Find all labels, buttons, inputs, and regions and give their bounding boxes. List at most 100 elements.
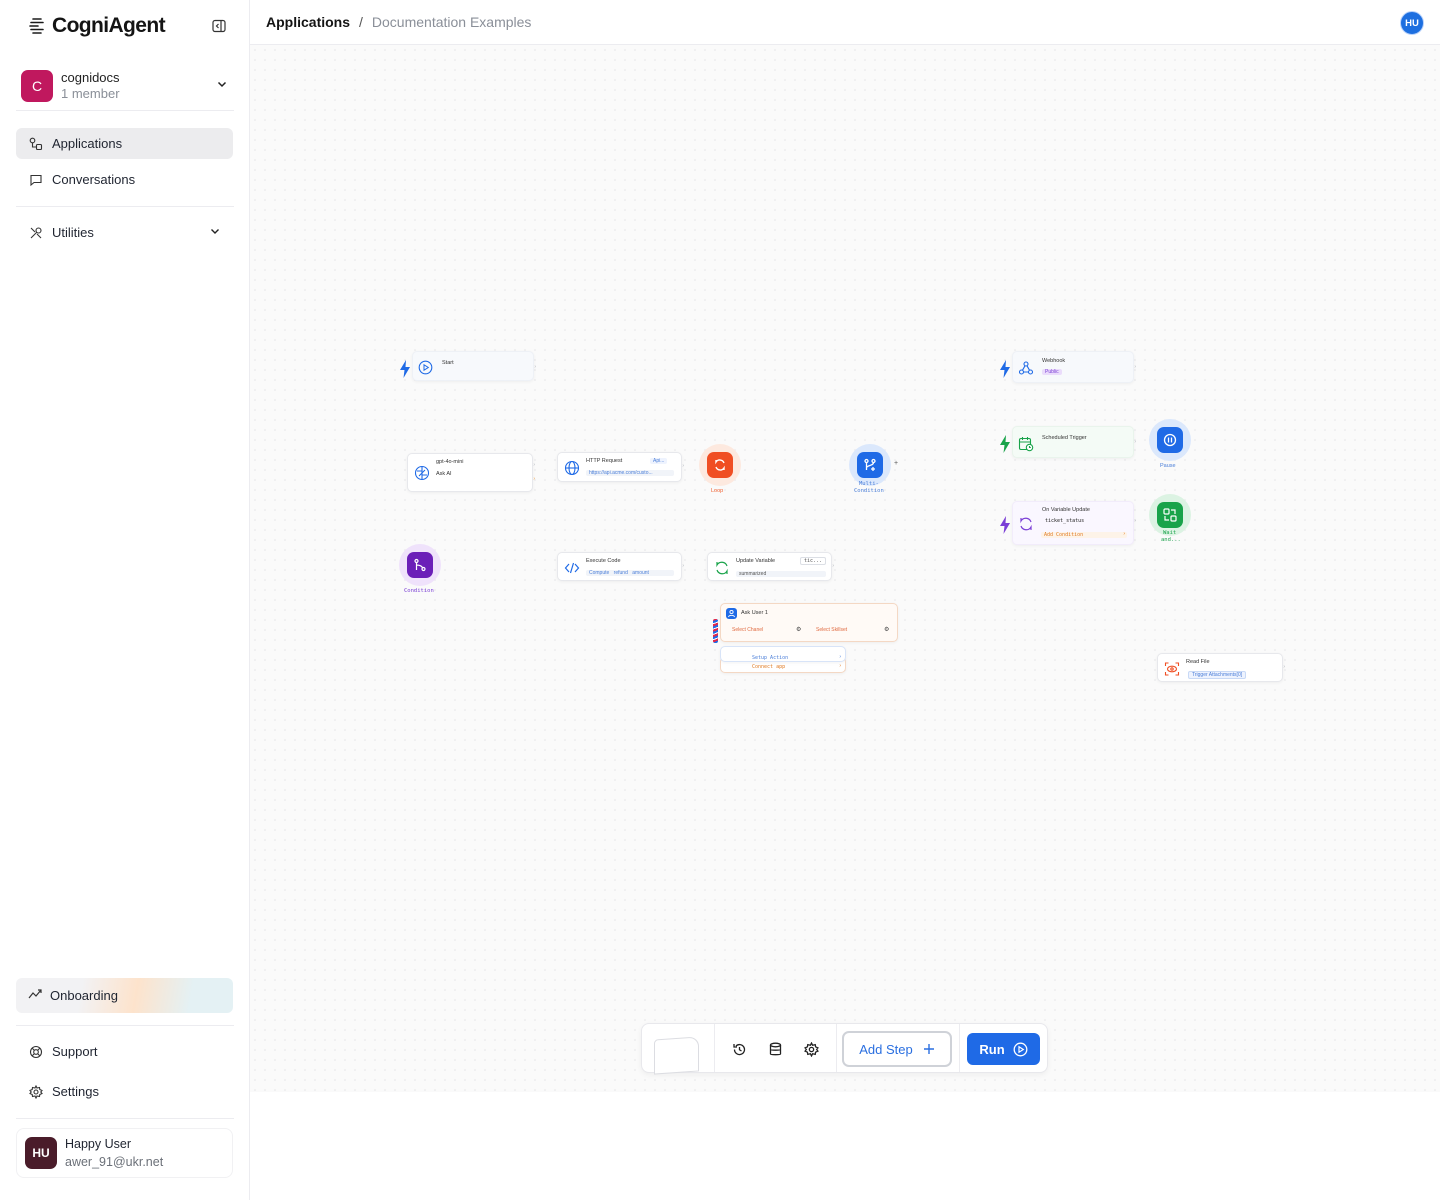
node-stack-mid: Setup Action ›	[720, 646, 846, 662]
sidebar-item-support[interactable]: Support	[16, 1036, 233, 1067]
user-email: awer_91@ukr.net	[65, 1155, 164, 1169]
play-circle-icon	[418, 360, 433, 375]
node-label: Condition	[854, 488, 884, 494]
database-icon	[769, 1042, 781, 1055]
request-url: https://api.acme.com/custo...	[586, 470, 674, 476]
variable-name: ticket_status	[1045, 518, 1085, 524]
sidebar-item-label: Onboarding	[50, 988, 118, 1003]
node-ask-user[interactable]: Ask User 1 Select Chanel ⚙ Select Skills…	[720, 603, 898, 642]
sidebar-item-label: Conversations	[52, 172, 136, 187]
sidebar-item-label: Utilities	[52, 225, 94, 240]
gear-icon[interactable]: ⚙	[884, 626, 889, 633]
user-name: Happy User	[65, 1137, 131, 1151]
node-execute-code[interactable]: Execute Code Compute refund amount ›	[557, 552, 684, 581]
node-title: Execute Code	[586, 558, 621, 564]
tools-icon	[28, 225, 44, 241]
divider	[16, 110, 234, 111]
chevron-down-icon	[211, 229, 219, 234]
port-icon: ›	[682, 463, 684, 469]
lifebuoy-icon	[28, 1044, 44, 1060]
connect-app-button[interactable]: Connect app	[749, 664, 788, 670]
select-channel-dropdown[interactable]: Select Chanel	[729, 627, 766, 633]
auth-badge: Api...	[650, 458, 668, 464]
node-ask-ai[interactable]: gpt-4o-mini Ask AI › ›	[407, 453, 535, 492]
chevron-right-icon: ›	[839, 654, 841, 660]
gear-icon	[28, 1084, 44, 1100]
app-name: CogniAgent	[52, 14, 166, 37]
avatar[interactable]: HU	[1400, 11, 1424, 35]
node-title: Ask User 1	[741, 610, 768, 616]
code-description: Compute refund amount	[586, 570, 674, 576]
sidebar-item-conversations[interactable]: Conversations	[16, 164, 233, 195]
node-http-request[interactable]: HTTP Request Api... https://api.acme.com…	[557, 452, 684, 482]
sidebar-item-onboarding[interactable]: Onboarding	[16, 978, 233, 1013]
node-on-variable-update[interactable]: On Variable Update ticket_status Add Con…	[1012, 501, 1136, 545]
port-icon: ›	[1134, 364, 1136, 370]
wait-icon	[1157, 502, 1183, 528]
node-title: Update Variable	[736, 558, 776, 564]
refresh-icon	[716, 561, 728, 575]
workspace-avatar: C	[21, 70, 53, 102]
code-icon	[564, 562, 580, 574]
node-multi-condition[interactable]	[849, 444, 891, 486]
variable-value: summarized	[736, 571, 826, 577]
node-update-variable[interactable]: Update Variable tic... summarized ›	[707, 552, 834, 581]
plus-icon	[923, 1044, 934, 1054]
port-icon: ›	[682, 563, 684, 569]
divider	[959, 1024, 960, 1072]
sidebar-item-label: Support	[52, 1044, 98, 1059]
gear-icon[interactable]: ⚙	[796, 626, 801, 633]
setup-action-button[interactable]: Setup Action	[749, 655, 791, 661]
add-condition-button[interactable]: Add Condition	[1041, 532, 1127, 538]
node-pause[interactable]	[1149, 419, 1191, 461]
node-read-file[interactable]: Read File Trigger Attachments[0] ›	[1157, 653, 1285, 682]
node-label: and...	[1161, 537, 1181, 543]
file-source: Trigger Attachments[0]	[1188, 671, 1247, 679]
trend-icon	[28, 987, 42, 1004]
add-step-button[interactable]: Add Step	[842, 1031, 952, 1067]
settings-button[interactable]	[801, 1039, 821, 1059]
port-icon: ›	[832, 563, 834, 569]
app-root: CogniAgent C cognidocs 1 member Applicat…	[0, 0, 1440, 1200]
sidebar-item-settings[interactable]: Settings	[16, 1076, 233, 1107]
workspace-switcher[interactable]: C cognidocs 1 member	[16, 64, 234, 108]
divider	[714, 1024, 715, 1072]
play-circle-icon	[1013, 1042, 1028, 1056]
node-label: Wait	[1163, 530, 1177, 536]
port-icon: ›	[533, 462, 535, 468]
node-webhook[interactable]: Webhook Public ›	[1012, 351, 1136, 383]
trigger-bolt-icon	[1000, 360, 1010, 378]
breadcrumb-root[interactable]: Applications	[266, 14, 350, 30]
workflow-canvas[interactable]: Start › Webhook Public › gpt-4o-mini Ask…	[250, 45, 1440, 1092]
history-button[interactable]	[729, 1039, 749, 1059]
node-condition[interactable]	[399, 544, 441, 586]
add-branch-icon[interactable]: +	[894, 460, 898, 467]
run-label: Run	[979, 1041, 1005, 1057]
node-title: On Variable Update	[1042, 507, 1090, 513]
sidebar-item-applications[interactable]: Applications	[16, 128, 233, 159]
node-scheduled-trigger[interactable]: Scheduled Trigger ›	[1012, 426, 1136, 458]
data-button[interactable]	[765, 1039, 785, 1059]
node-title: Scheduled Trigger	[1042, 435, 1087, 441]
node-label: Condition	[404, 588, 434, 594]
node-title: HTTP Request	[586, 458, 623, 464]
user-profile[interactable]: HU Happy User awer_91@ukr.net	[16, 1128, 233, 1178]
pause-icon	[1157, 427, 1183, 453]
run-button[interactable]: Run	[967, 1033, 1040, 1065]
node-title: Start	[442, 360, 454, 366]
gear-icon	[803, 1041, 819, 1057]
app-logo[interactable]: CogniAgent	[28, 14, 166, 38]
divider	[836, 1024, 837, 1072]
node-start[interactable]: Start ›	[412, 351, 536, 381]
message-icon	[28, 172, 44, 188]
node-title: Ask AI	[436, 471, 452, 477]
select-skillset-dropdown[interactable]: Select Skillset	[813, 627, 850, 633]
port-icon: ›	[1134, 518, 1136, 524]
node-loop[interactable]	[699, 444, 741, 486]
user-icon	[726, 608, 737, 619]
breadcrumb-current: Documentation Examples	[371, 14, 532, 30]
minimap[interactable]	[654, 1036, 699, 1075]
sidebar-collapse-button[interactable]	[212, 19, 230, 37]
node-label: Multi-	[859, 481, 879, 487]
sidebar-item-utilities[interactable]: Utilities	[16, 217, 233, 248]
